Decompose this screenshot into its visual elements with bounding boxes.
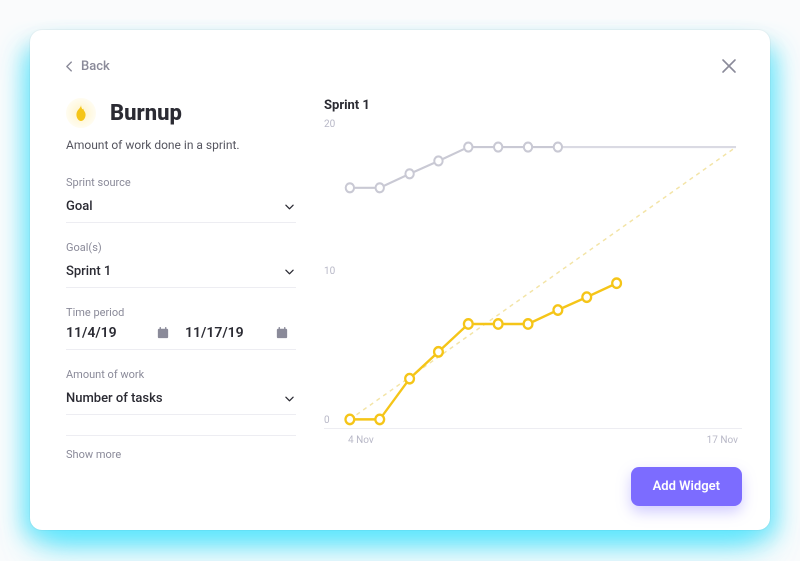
date-end-input[interactable]: 11/17/19 xyxy=(177,325,296,341)
scope-line xyxy=(350,147,558,188)
config-panel: Burnup Amount of work done in a sprint. … xyxy=(66,98,296,506)
goals-value: Sprint 1 xyxy=(66,264,111,279)
sprint-source-label: Sprint source xyxy=(66,176,296,189)
scope-point xyxy=(494,143,502,152)
title-row: Burnup xyxy=(66,98,296,128)
flame-icon xyxy=(66,98,96,128)
completed-point xyxy=(405,374,414,383)
back-button[interactable]: Back xyxy=(66,59,110,74)
calendar-icon xyxy=(276,327,288,339)
scope-point xyxy=(524,143,532,152)
completed-point xyxy=(524,319,533,328)
scope-point xyxy=(405,169,413,178)
scope-point xyxy=(376,183,384,192)
completed-point xyxy=(494,319,503,328)
completed-point xyxy=(345,415,354,424)
page-subtitle: Amount of work done in a sprint. xyxy=(66,138,296,152)
chevron-down-icon xyxy=(285,269,294,275)
completed-point xyxy=(434,347,443,356)
scope-point xyxy=(554,143,562,152)
completed-line xyxy=(350,283,617,419)
amount-of-work-label: Amount of work xyxy=(66,368,296,381)
completed-point xyxy=(582,292,591,301)
amount-of-work-value: Number of tasks xyxy=(66,391,163,406)
x-axis-spacer xyxy=(324,435,742,453)
x-tick-end: 17 Nov xyxy=(707,435,738,446)
completed-point xyxy=(464,319,473,328)
scope-point xyxy=(464,143,472,152)
show-more-toggle[interactable]: Show more xyxy=(66,435,296,461)
chevron-down-icon xyxy=(285,204,294,210)
footer: Add Widget xyxy=(324,467,742,506)
burnup-chart: 20 10 0 4 Nov 17 Nov xyxy=(324,117,742,429)
chevron-down-icon xyxy=(285,396,294,402)
body: Burnup Amount of work done in a sprint. … xyxy=(66,98,742,506)
sprint-source-select[interactable]: Goal xyxy=(66,195,296,223)
goals-label: Goal(s) xyxy=(66,241,296,254)
page-title: Burnup xyxy=(110,101,182,126)
goals-select[interactable]: Sprint 1 xyxy=(66,260,296,288)
add-widget-button[interactable]: Add Widget xyxy=(631,467,742,506)
calendar-icon xyxy=(157,327,169,339)
top-bar: Back xyxy=(66,54,742,78)
completed-point xyxy=(375,415,384,424)
x-tick-start: 4 Nov xyxy=(348,435,374,446)
back-label: Back xyxy=(81,59,110,74)
date-start-input[interactable]: 11/4/19 xyxy=(66,325,177,341)
date-start-value: 11/4/19 xyxy=(66,325,117,341)
amount-of-work-select[interactable]: Number of tasks xyxy=(66,387,296,415)
chart-title: Sprint 1 xyxy=(324,98,742,113)
time-period-row: 11/4/19 11/17/19 xyxy=(66,325,296,350)
close-icon xyxy=(721,58,737,74)
chart-area: Sprint 1 20 10 0 4 Nov 17 Nov xyxy=(324,98,742,506)
date-end-value: 11/17/19 xyxy=(185,325,244,341)
sprint-source-value: Goal xyxy=(66,199,93,214)
time-period-label: Time period xyxy=(66,306,296,319)
widget-config-card: Back Burnup Amount of work done in a spr… xyxy=(30,30,770,530)
chevron-left-icon xyxy=(66,61,73,72)
scope-point xyxy=(346,183,354,192)
completed-point xyxy=(612,279,621,288)
close-button[interactable] xyxy=(716,53,742,79)
completed-point xyxy=(554,305,563,314)
scope-point xyxy=(434,156,442,165)
chart-svg xyxy=(324,117,742,428)
